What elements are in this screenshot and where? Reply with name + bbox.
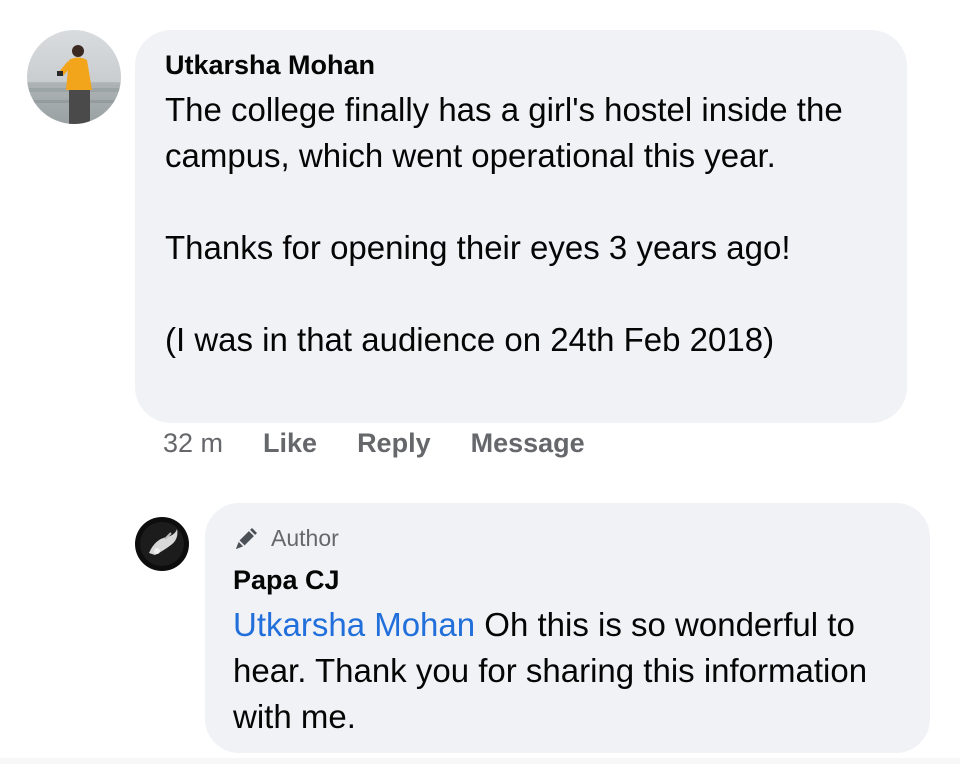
comment-text: The college finally has a girl's hostel … <box>165 87 885 363</box>
commenter-avatar[interactable] <box>27 30 121 124</box>
pen-icon <box>236 528 257 549</box>
divider <box>0 758 960 764</box>
commenter-name[interactable]: Utkarsha Mohan <box>165 50 375 81</box>
like-button[interactable]: Like <box>263 428 317 459</box>
reply-avatar[interactable] <box>135 517 189 571</box>
comment-paragraph: The college finally has a girl's hostel … <box>165 91 843 174</box>
comment-paragraph: Thanks for opening their eyes 3 years ag… <box>165 229 791 266</box>
author-badge-label: Author <box>271 524 339 551</box>
reply-button[interactable]: Reply <box>357 428 431 459</box>
comment-timestamp[interactable]: 32 m <box>163 428 223 459</box>
reply-text: Utkarsha Mohan Oh this is so wonderful t… <box>233 602 923 740</box>
comment-actions: 32 m Like Reply Message <box>163 428 625 459</box>
author-badge: Author <box>233 524 339 552</box>
message-button[interactable]: Message <box>471 428 585 459</box>
reply-author-name[interactable]: Papa CJ <box>233 565 340 596</box>
mention-link[interactable]: Utkarsha Mohan <box>233 606 475 643</box>
comment-paragraph: (I was in that audience on 24th Feb 2018… <box>165 321 775 358</box>
